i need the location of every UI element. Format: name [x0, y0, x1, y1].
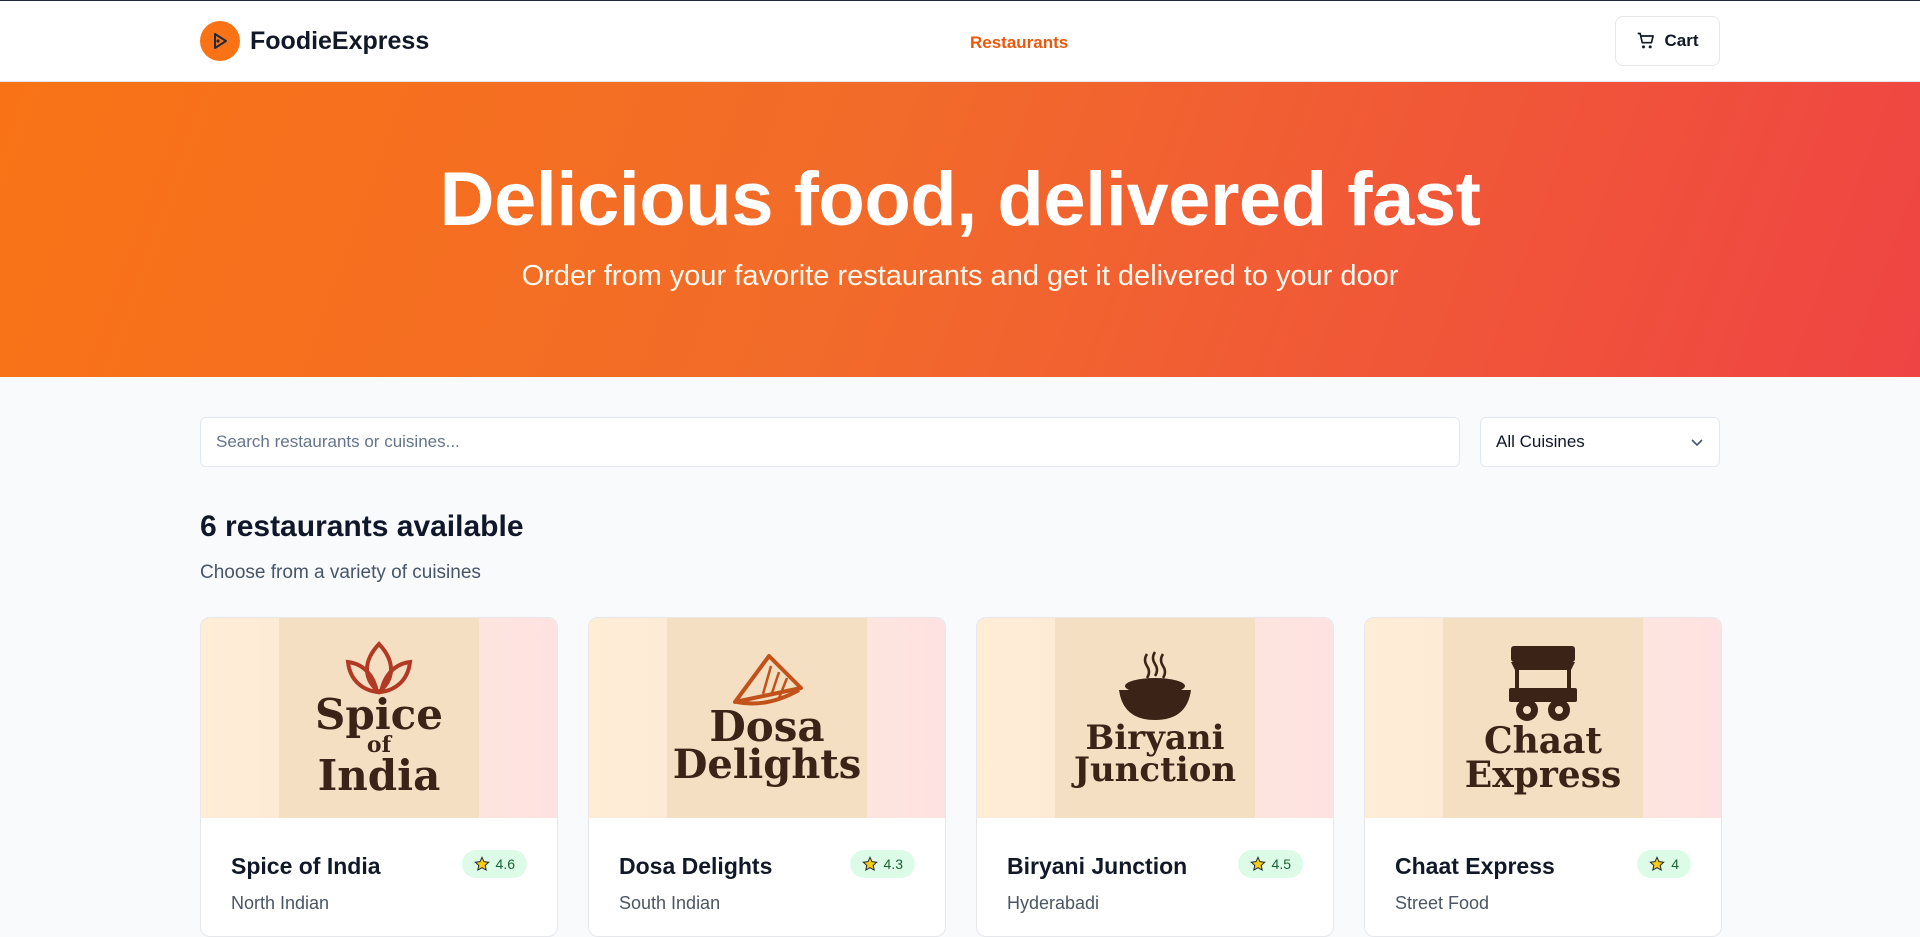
restaurant-card[interactable]: Spice of India Spice of India 4.6 North …: [200, 617, 558, 937]
hero-title: Delicious food, delivered fast: [439, 157, 1481, 242]
rating-value: 4.5: [1271, 856, 1291, 872]
restaurant-grid: Spice of India Spice of India 4.6 North …: [200, 617, 1722, 937]
restaurant-logo-text: Spice of India: [315, 690, 443, 800]
cart-label: Cart: [1664, 31, 1699, 50]
search-input[interactable]: [200, 417, 1460, 467]
restaurant-name: Chaat Express: [1395, 853, 1555, 879]
restaurant-card[interactable]: Biryani Junction Biryani Junction 4.5 Hy…: [976, 617, 1334, 937]
rating-badge: 4.5: [1237, 850, 1303, 878]
star-icon: [861, 856, 878, 872]
chevron-down-icon: [1691, 439, 1703, 447]
rating-value: 4.3: [883, 856, 903, 872]
cart-icon: [1638, 32, 1655, 49]
brand[interactable]: FoodieExpress: [200, 21, 429, 61]
rating-value: 4.6: [495, 856, 515, 872]
restaurant-image: Biryani Junction: [977, 618, 1333, 818]
site-header: FoodieExpress Restaurants Cart: [0, 1, 1920, 82]
star-icon: [1249, 856, 1266, 872]
restaurant-count-heading: 6 restaurants available: [200, 510, 524, 543]
restaurant-logo-text: Dosa Delights: [672, 701, 862, 789]
restaurant-name: Spice of India: [231, 853, 381, 879]
hero-banner: Delicious food, delivered fast Order fro…: [0, 82, 1920, 377]
restaurant-name: Biryani Junction: [1007, 853, 1188, 879]
rating-badge: 4: [1637, 850, 1691, 878]
listing-subheading: Choose from a variety of cuisines: [200, 562, 481, 583]
restaurant-logo-text: Chaat Express: [1464, 719, 1622, 796]
restaurant-card[interactable]: Chaat Express Chaat Express 4 Street Foo…: [1364, 617, 1722, 937]
brand-name: FoodieExpress: [250, 26, 430, 55]
food-cart-icon: [1509, 645, 1577, 721]
filter-bar: All Cuisines: [0, 377, 1920, 507]
restaurant-image: Spice of India: [201, 618, 557, 818]
listing-header: 6 restaurants available Choose from a va…: [200, 510, 524, 584]
cuisine-select-value: All Cuisines: [1496, 432, 1585, 451]
cuisine-select[interactable]: All Cuisines: [1480, 417, 1720, 467]
nav-restaurants-link[interactable]: Restaurants: [970, 33, 1068, 53]
cart-button[interactable]: Cart: [1615, 16, 1720, 66]
restaurant-cuisine: South Indian: [619, 893, 721, 913]
restaurant-cuisine: Hyderabadi: [1007, 893, 1100, 913]
dosa-icon: [733, 653, 803, 706]
restaurant-image: Chaat Express: [1365, 618, 1721, 818]
brand-logo-icon: [200, 21, 240, 61]
restaurant-cuisine: North Indian: [231, 893, 330, 913]
restaurant-image: Dosa Delights: [589, 618, 945, 818]
restaurant-logo-text: Biryani Junction: [1073, 717, 1237, 790]
star-icon: [473, 856, 490, 872]
restaurant-card[interactable]: Dosa Delights Dosa Delights 4.3 South In…: [588, 617, 946, 937]
bowl-icon: [1119, 651, 1191, 720]
rating-badge: 4.6: [461, 850, 527, 878]
hero-subtitle: Order from your favorite restaurants and…: [521, 260, 1399, 292]
restaurant-name: Dosa Delights: [619, 853, 773, 879]
leaf-icon: [345, 641, 413, 695]
rating-value: 4: [1671, 856, 1679, 872]
star-icon: [1649, 856, 1666, 872]
restaurant-cuisine: Street Food: [1395, 893, 1490, 913]
rating-badge: 4.3: [849, 850, 915, 878]
